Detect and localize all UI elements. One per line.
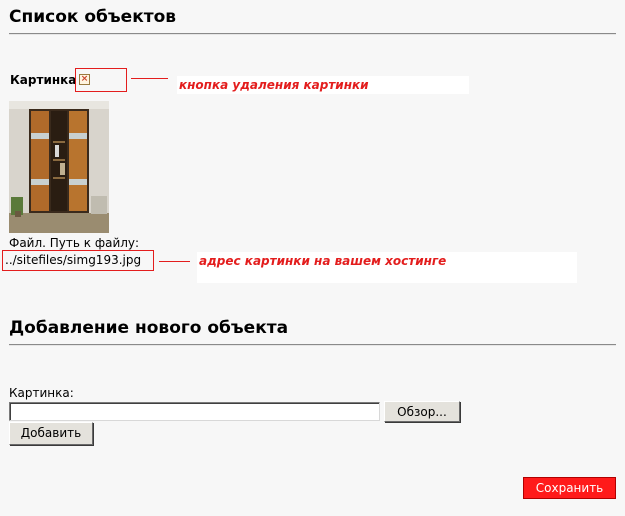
add-button[interactable]: Добавить [9, 422, 93, 445]
add-section-divider [9, 344, 616, 346]
new-picture-label: Картинка: [9, 386, 74, 400]
browse-button[interactable]: Обзор... [384, 401, 460, 422]
add-section-title: Добавление нового объекта [9, 318, 289, 338]
picture-label: Картинка [10, 73, 77, 87]
file-path-value: ../sitefiles/simg193.jpg [5, 253, 142, 267]
save-button[interactable]: Сохранить [523, 477, 616, 499]
path-annotation-line [159, 261, 190, 262]
list-section-title: Список объектов [9, 7, 177, 27]
delete-annotation: кнопка удаления картинки [177, 76, 469, 94]
delete-checkbox-icon[interactable]: × [79, 74, 90, 85]
delete-annotation-line [131, 78, 168, 79]
file-path-label: Файл. Путь к файлу: [9, 236, 140, 250]
path-annotation: адрес картинки на вашем хостинге [197, 252, 577, 283]
wardrobe-thumbnail[interactable] [9, 101, 109, 233]
file-upload-input[interactable] [9, 402, 380, 421]
list-section-divider [9, 33, 616, 35]
